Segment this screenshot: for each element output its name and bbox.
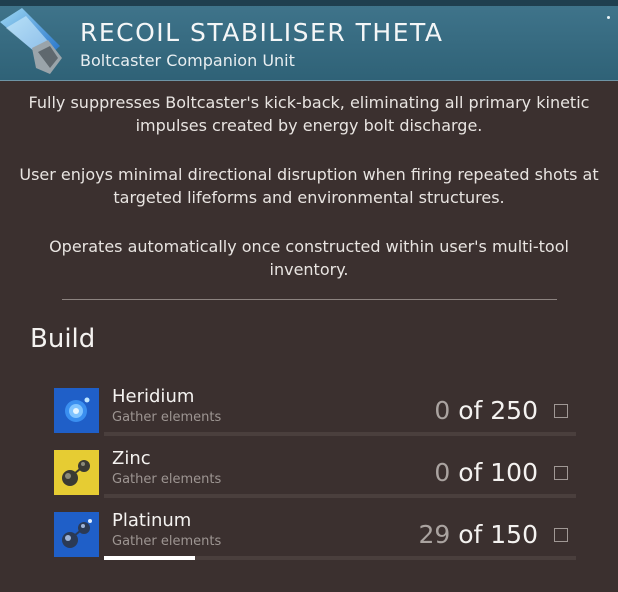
resource-count: 0 of 100 <box>380 458 538 487</box>
resource-name: Platinum <box>112 510 192 531</box>
zinc-icon <box>54 450 99 495</box>
resource-row-heridium[interactable]: Heridium Gather elements 0 of 250 <box>0 384 618 440</box>
resource-count: 29 of 150 <box>380 520 538 549</box>
resource-hint: Gather elements <box>112 410 222 425</box>
resource-progress-track <box>104 432 576 436</box>
description-paragraph-3: Operates automatically once constructed … <box>49 237 569 279</box>
resource-required: of 150 <box>458 520 538 549</box>
resource-required: of 250 <box>458 396 538 425</box>
recoil-stabiliser-icon <box>0 8 66 78</box>
item-title: RECOIL STABILISER THETA <box>80 18 444 47</box>
resource-checkbox[interactable] <box>554 404 568 418</box>
heridium-icon <box>54 388 99 433</box>
resource-hint: Gather elements <box>112 472 222 487</box>
header-top-strip <box>0 0 618 6</box>
resource-progress-track <box>104 494 576 498</box>
resource-count: 0 of 250 <box>380 396 538 425</box>
resource-have: 29 <box>418 520 451 549</box>
resource-checkbox[interactable] <box>554 466 568 480</box>
resource-progress-fill <box>104 556 196 560</box>
item-subtitle: Boltcaster Companion Unit <box>80 51 295 70</box>
divider <box>62 299 557 300</box>
platinum-icon <box>54 512 99 557</box>
resource-have: 0 <box>434 458 451 487</box>
resource-name: Heridium <box>112 386 195 407</box>
header-dot <box>607 16 610 19</box>
resource-have: 0 <box>434 396 451 425</box>
item-header: RECOIL STABILISER THETA Boltcaster Compa… <box>0 0 618 81</box>
description-paragraph-1: Fully suppresses Boltcaster's kick-back,… <box>28 93 590 135</box>
description-paragraph-2: User enjoys minimal directional disrupti… <box>19 165 599 207</box>
build-heading: Build <box>30 324 96 354</box>
resource-row-zinc[interactable]: Zinc Gather elements 0 of 100 <box>0 446 618 502</box>
resource-row-platinum[interactable]: Platinum Gather elements 29 of 150 <box>0 508 618 564</box>
resource-progress-track <box>104 556 576 560</box>
resource-required: of 100 <box>458 458 538 487</box>
resource-checkbox[interactable] <box>554 528 568 542</box>
resource-name: Zinc <box>112 448 151 469</box>
resource-hint: Gather elements <box>112 534 222 549</box>
